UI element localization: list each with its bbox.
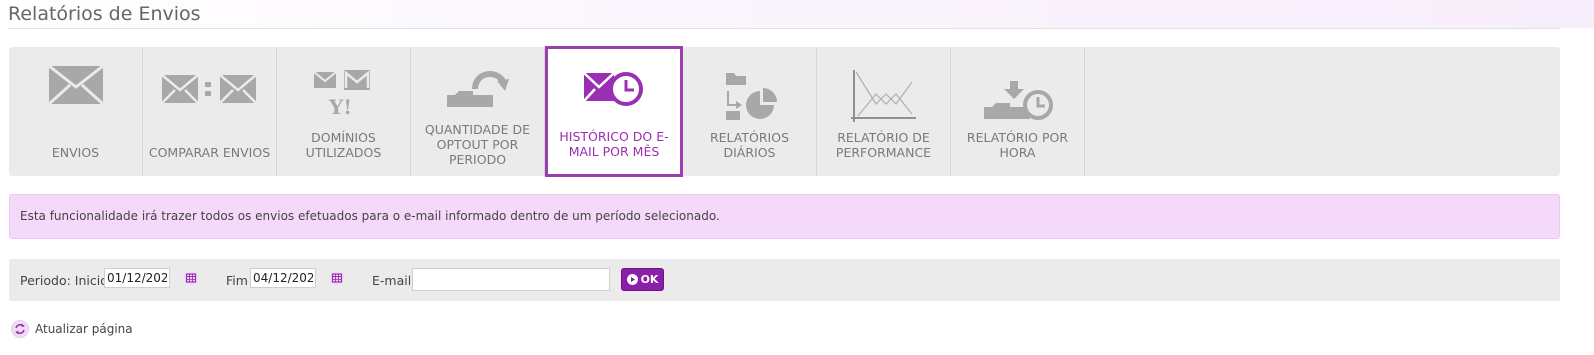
email-field[interactable]: [412, 268, 610, 291]
end-date-input[interactable]: [250, 268, 316, 288]
tab-label: ENVIOS: [51, 145, 100, 160]
tab-historico-email[interactable]: HISTÓRICO DO E-MAIL POR MÊS: [545, 46, 683, 177]
refresh-icon: [11, 320, 29, 338]
email-history-icon: [548, 67, 680, 127]
page-title: Relatórios de Envios: [8, 3, 201, 25]
calendar-icon[interactable]: [329, 270, 345, 286]
ok-button[interactable]: OK: [621, 268, 664, 291]
tab-relatorios-diarios[interactable]: RELATÓRIOS DIÁRIOS: [683, 47, 817, 176]
tab-relatorio-por-hora[interactable]: RELATÓRIO POR HORA: [951, 47, 1085, 176]
title-background: [0, 0, 1594, 28]
period-label: Periodo: Inicio: [20, 273, 108, 288]
ok-label: OK: [640, 273, 659, 286]
tab-label: RELATÓRIO POR HORA: [966, 130, 1069, 160]
refresh-link[interactable]: Atualizar página: [11, 320, 133, 338]
tab-label: RELATÓRIO DE PERFORMANCE: [835, 130, 932, 160]
tab-label: RELATÓRIOS DIÁRIOS: [709, 130, 790, 160]
tab-relatorio-performance[interactable]: RELATÓRIO DE PERFORMANCE: [817, 47, 951, 176]
filter-bar: Periodo: Inicio Fim E-mail OK: [9, 259, 1560, 301]
refresh-label: Atualizar página: [35, 322, 133, 336]
tab-envios[interactable]: ENVIOS: [9, 47, 143, 176]
end-label: Fim: [226, 273, 248, 288]
daily-reports-icon: [683, 65, 816, 125]
domains-icon: Y!: [277, 65, 410, 125]
performance-chart-icon: [817, 65, 950, 125]
play-icon: [626, 274, 638, 285]
compare-envelopes-icon: [143, 65, 276, 125]
start-date-input[interactable]: [104, 268, 170, 288]
hourly-report-icon: [951, 65, 1084, 125]
optout-icon: [411, 65, 544, 125]
info-message: Esta funcionalidade irá trazer todos os …: [9, 194, 1560, 239]
email-label: E-mail: [372, 273, 412, 288]
tab-label: QUANTIDADE DE OPTOUT POR PERIODO: [424, 122, 531, 167]
title-divider: [8, 28, 1560, 29]
calendar-icon[interactable]: [183, 270, 199, 286]
svg-text:Y!: Y!: [328, 95, 352, 118]
report-tabbar: ENVIOS COMPARAR ENVIOS Y! DOMÍNIOS UTILI…: [9, 46, 1560, 177]
tab-comparar-envios[interactable]: COMPARAR ENVIOS: [143, 47, 277, 176]
tab-label: DOMÍNIOS UTILIZADOS: [305, 130, 382, 160]
tab-dominios-utilizados[interactable]: Y! DOMÍNIOS UTILIZADOS: [277, 47, 411, 176]
tab-label: COMPARAR ENVIOS: [148, 145, 271, 160]
tab-label: HISTÓRICO DO E-MAIL POR MÊS: [559, 129, 669, 159]
tab-quantidade-optout[interactable]: QUANTIDADE DE OPTOUT POR PERIODO: [411, 47, 545, 176]
envelope-icon: [9, 65, 142, 125]
